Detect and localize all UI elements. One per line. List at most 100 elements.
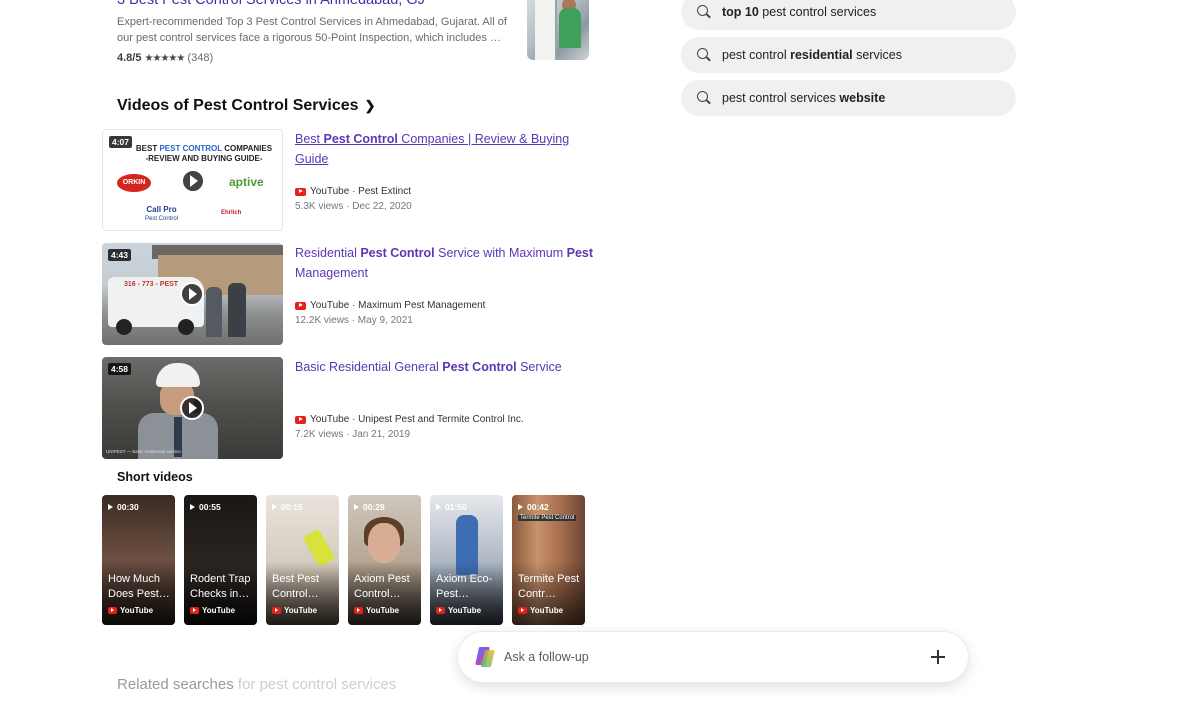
video-title-link[interactable]: Residential Pest Control Service with Ma… <box>295 243 600 283</box>
title-part-bold: Pest Control <box>360 246 435 260</box>
result-thumbnail[interactable] <box>527 0 589 60</box>
thumb-headline: BEST PEST CONTROL COMPANIES -REVIEW AND … <box>129 144 279 164</box>
thumb-worker <box>559 8 581 48</box>
short-title: How Much Does Pest… <box>108 573 170 600</box>
thumb-caption: UNIPEST — Basic residential service <box>106 449 181 454</box>
short-duration: 00:42 <box>518 502 549 512</box>
short-source-text: YouTube <box>202 606 236 615</box>
video-result: BEST PEST CONTROL COMPANIES -REVIEW AND … <box>102 129 602 231</box>
short-title: Best Pest Control… <box>272 573 320 600</box>
aptive-logo: aptive <box>229 175 264 189</box>
plus-icon[interactable] <box>928 647 948 667</box>
related-heading-b: for pest control services <box>233 676 397 693</box>
youtube-icon <box>295 415 306 424</box>
short-video-card[interactable]: 00:15 Best Pest Control… YouTube <box>266 495 339 625</box>
title-part: Management <box>295 266 368 280</box>
thumb-helmet <box>156 363 200 387</box>
video-meta: 5.3K views · Dec 22, 2020 <box>295 201 412 212</box>
chevron-right-icon: ❯ <box>364 98 376 113</box>
video-meta: 12.2K views · May 9, 2021 <box>295 315 413 326</box>
short-source: YouTube <box>190 606 235 615</box>
video-duration: 4:43 <box>108 249 132 261</box>
followup-input[interactable] <box>504 646 904 668</box>
short-duration: 00:28 <box>354 502 385 512</box>
youtube-icon <box>295 301 306 310</box>
play-icon[interactable] <box>180 282 204 306</box>
short-source: YouTube <box>272 606 317 615</box>
short-video-card[interactable]: 00:28 Axiom Pest Control… YouTube <box>348 495 421 625</box>
short-duration: 01:50 <box>436 502 467 512</box>
video-thumbnail[interactable]: UNIPEST — Basic residential service 4:58 <box>102 357 283 459</box>
suggestion-text: pest control <box>722 48 791 62</box>
short-source: YouTube <box>518 606 563 615</box>
youtube-icon <box>295 187 306 196</box>
copilot-icon <box>475 647 495 667</box>
related-suggestion[interactable]: top 10 pest control services <box>681 0 1016 30</box>
suggestion-text: pest control services <box>722 91 840 105</box>
video-title-link[interactable]: Basic Residential General Pest Control S… <box>295 357 600 377</box>
short-title: Axiom Pest Control… <box>354 573 410 600</box>
thumb-truck-text: 316 - 773 - PEST <box>124 281 179 288</box>
video-thumbnail[interactable]: BEST PEST CONTROL COMPANIES -REVIEW AND … <box>102 129 283 231</box>
short-title: Axiom Eco-Pest… <box>436 573 493 600</box>
suggestion-text: pest control services <box>758 5 877 19</box>
video-source: YouTube · Unipest Pest and Termite Contr… <box>295 414 524 425</box>
short-title: Termite Pest Contr… <box>518 573 580 600</box>
short-source-text: YouTube <box>530 606 564 615</box>
thumb-subheadline: -REVIEW AND BUYING GUIDE- <box>145 154 263 163</box>
related-suggestion[interactable]: pest control services website <box>681 80 1016 116</box>
videos-heading[interactable]: Videos of Pest Control Services ❯ <box>117 97 375 115</box>
video-title-link[interactable]: Best Pest Control Companies | Review & B… <box>295 129 600 169</box>
short-videos-heading: Short videos <box>117 470 193 484</box>
short-source: YouTube <box>108 606 153 615</box>
thumb-headline-b: PEST CONTROL <box>159 144 222 153</box>
short-video-card[interactable]: Termite Pest Control 00:42 Termite Pest … <box>512 495 585 625</box>
short-source-text: YouTube <box>284 606 318 615</box>
video-thumbnail[interactable]: 316 - 773 - PEST 4:43 <box>102 243 283 345</box>
result-title-link[interactable]: 3 Best Pest Control Services in Ahmedaba… <box>117 0 425 8</box>
short-duration: 00:15 <box>272 502 303 512</box>
video-result: 316 - 773 - PEST 4:43 Residential Pest C… <box>102 243 602 345</box>
youtube-icon <box>436 607 445 614</box>
search-icon <box>697 48 711 62</box>
thumb-face <box>368 523 400 563</box>
youtube-icon <box>108 607 117 614</box>
youtube-icon <box>518 607 527 614</box>
related-searches-heading: Related searches for pest control servic… <box>117 676 396 693</box>
suggestion-bold: top 10 <box>722 5 759 19</box>
title-part-bold: Pest Control <box>323 132 398 146</box>
thumb-label: Termite Pest Control <box>518 515 577 521</box>
rating-value: 4.8/5 <box>117 52 142 64</box>
search-result-card: 3 Best Pest Control Services in Ahmedaba… <box>117 0 589 64</box>
play-icon[interactable] <box>180 396 204 420</box>
title-part: Residential <box>295 246 361 260</box>
video-source: YouTube · Pest Extinct <box>295 186 411 197</box>
short-video-card[interactable]: 00:55 Rodent Trap Checks in… YouTube <box>184 495 257 625</box>
title-part: Best <box>295 132 324 146</box>
short-duration: 00:30 <box>108 502 139 512</box>
suggestion-bold: website <box>839 91 886 105</box>
play-icon[interactable] <box>181 169 205 193</box>
suggestion-text: services <box>852 48 902 62</box>
thumb-wheel <box>116 319 132 335</box>
orkin-logo: ORKIN <box>117 174 151 192</box>
short-title: Rodent Trap Checks in… <box>190 573 251 600</box>
short-video-card[interactable]: 00:30 How Much Does Pest… YouTube <box>102 495 175 625</box>
related-suggestion[interactable]: pest control residential services <box>681 37 1016 73</box>
result-snippet: Expert-recommended Top 3 Pest Control Se… <box>117 16 507 44</box>
search-icon <box>697 91 711 105</box>
video-source: YouTube · Maximum Pest Management <box>295 300 485 311</box>
title-part: Service with Maximum <box>434 246 567 260</box>
video-duration: 4:07 <box>109 136 133 148</box>
video-source-text: YouTube · Maximum Pest Management <box>310 300 486 311</box>
result-rating: 4.8/5 ★★★★★ (348) <box>117 52 213 64</box>
callpro-logo: Call Pro Pest Control <box>145 206 178 223</box>
youtube-icon <box>272 607 281 614</box>
title-part-bold: Pest <box>566 246 594 260</box>
thumb-person <box>228 283 246 337</box>
short-video-card[interactable]: 01:50 Axiom Eco-Pest… YouTube <box>430 495 503 625</box>
title-part: Service <box>516 360 562 374</box>
thumb-person <box>206 287 222 337</box>
youtube-icon <box>354 607 363 614</box>
short-source: YouTube <box>354 606 399 615</box>
